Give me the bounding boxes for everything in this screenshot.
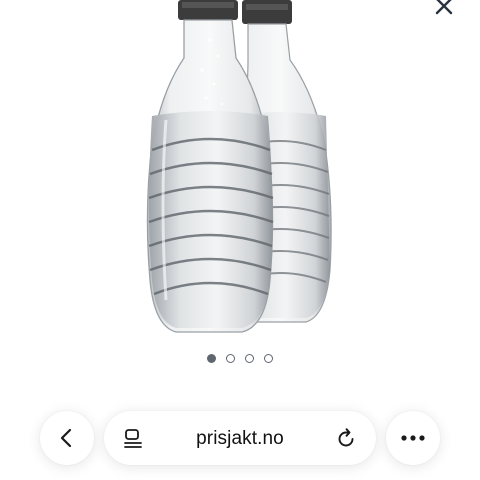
image-pager [0,354,480,363]
address-bar[interactable]: prisjakt.no [104,411,376,465]
more-icon [401,435,425,441]
pager-dot-2[interactable] [226,354,235,363]
browser-toolbar: prisjakt.no [0,408,480,468]
pager-dot-4[interactable] [264,354,273,363]
product-image-viewer: prisjakt.no [0,0,480,480]
pager-dot-3[interactable] [245,354,254,363]
chevron-left-icon [60,428,72,448]
back-button[interactable] [40,411,94,465]
close-icon [435,0,453,15]
pager-dot-1[interactable] [207,354,216,363]
reload-icon[interactable] [334,426,358,450]
more-button[interactable] [386,411,440,465]
product-image[interactable] [130,0,350,340]
close-button[interactable] [430,0,458,20]
